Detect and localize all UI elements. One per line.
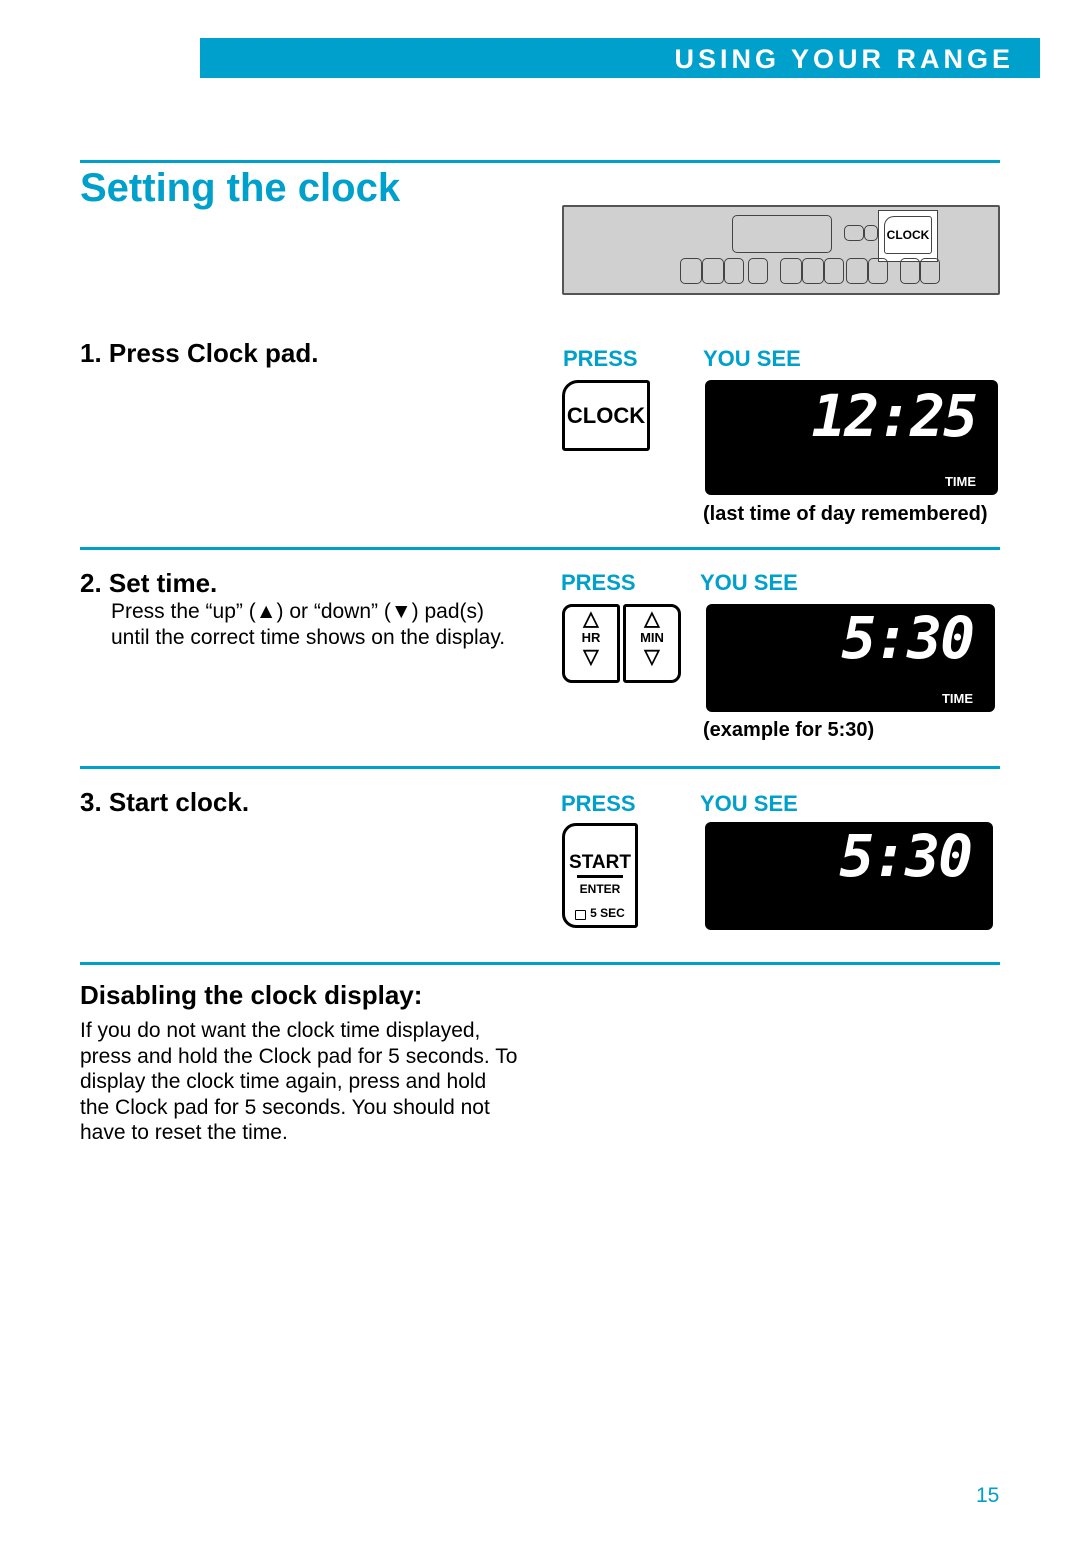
divider bbox=[80, 962, 1000, 965]
panel-key bbox=[724, 258, 744, 284]
press-label: PRESS bbox=[563, 346, 638, 371]
panel-key bbox=[844, 225, 864, 241]
display-time: 12:25 bbox=[811, 382, 978, 450]
step-2-text: Press the “up” (▲) or “down” (▼) pad(s) … bbox=[111, 600, 506, 649]
hour-pad[interactable]: △ HR ▽ bbox=[562, 604, 620, 683]
display-time-label: TIME bbox=[941, 691, 973, 706]
disable-text: If you do not want the clock time displa… bbox=[80, 1019, 518, 1144]
hour-label: HR bbox=[581, 630, 601, 645]
page-title: Setting the clock bbox=[80, 166, 401, 210]
down-arrow-icon: ▽ bbox=[644, 646, 660, 668]
pad-divider bbox=[577, 875, 623, 878]
panel-key bbox=[824, 258, 844, 284]
panel-key bbox=[802, 258, 824, 284]
page-number: 15 bbox=[976, 1484, 1000, 1507]
step-2-heading: 2. Set time. bbox=[80, 568, 218, 598]
minute-pad[interactable]: △ MIN ▽ bbox=[623, 604, 681, 683]
panel-clock-key: CLOCK bbox=[884, 216, 932, 254]
you-see-label: YOU SEE bbox=[703, 346, 801, 371]
panel-key bbox=[846, 258, 868, 284]
display-12-25: 12:25 TIME bbox=[705, 380, 998, 495]
section-banner: USING YOUR RANGE bbox=[200, 38, 1040, 78]
disable-heading: Disabling the clock display: bbox=[80, 980, 423, 1010]
display-5-30: 5:30 bbox=[705, 822, 993, 930]
divider bbox=[80, 547, 1000, 550]
start-label: START bbox=[569, 852, 631, 873]
panel-key bbox=[864, 225, 878, 241]
panel-key bbox=[680, 258, 702, 284]
enter-label: ENTER bbox=[579, 882, 621, 896]
you-see-label: YOU SEE bbox=[700, 791, 798, 816]
panel-key bbox=[868, 258, 888, 284]
press-label: PRESS bbox=[561, 791, 636, 816]
lock-label: 5 SEC bbox=[590, 906, 625, 920]
panel-key bbox=[748, 258, 768, 284]
press-label: PRESS bbox=[561, 570, 636, 595]
up-arrow-icon: △ bbox=[644, 608, 660, 630]
step-3-heading: 3. Start clock. bbox=[80, 787, 250, 817]
start-enter-pad[interactable]: START ENTER 5 SEC bbox=[562, 823, 638, 928]
panel-key bbox=[780, 258, 802, 284]
clock-key-highlight: CLOCK bbox=[878, 210, 938, 262]
display-time: 5:30 bbox=[839, 822, 973, 890]
up-arrow-icon: △ bbox=[583, 608, 599, 630]
panel-key bbox=[900, 258, 920, 284]
display-time-label: TIME bbox=[944, 474, 976, 489]
display-5-30-flashing: 5:30 TIME bbox=[706, 604, 995, 712]
control-panel-illustration: CLOCK bbox=[562, 205, 1000, 295]
panel-display bbox=[732, 215, 832, 253]
minute-label: MIN bbox=[640, 630, 664, 645]
section-title: USING YOUR RANGE bbox=[674, 44, 1014, 74]
step-1-heading: 1. Press Clock pad. bbox=[80, 338, 319, 368]
down-arrow-icon: ▽ bbox=[583, 646, 599, 668]
panel-key-row bbox=[680, 258, 940, 284]
divider bbox=[80, 160, 1000, 163]
clock-pad[interactable]: CLOCK bbox=[562, 380, 650, 451]
step-2-note: (example for 5:30) bbox=[703, 719, 875, 741]
divider bbox=[80, 766, 1000, 769]
manual-page: USING YOUR RANGE Setting the clock CLOCK… bbox=[0, 0, 1080, 1560]
display-time: 5:30 bbox=[841, 604, 975, 672]
step-1-note: (last time of day remembered) bbox=[703, 503, 988, 525]
panel-key bbox=[920, 258, 940, 284]
you-see-label: YOU SEE bbox=[700, 570, 798, 595]
panel-key bbox=[702, 258, 724, 284]
lock-icon bbox=[575, 910, 587, 920]
